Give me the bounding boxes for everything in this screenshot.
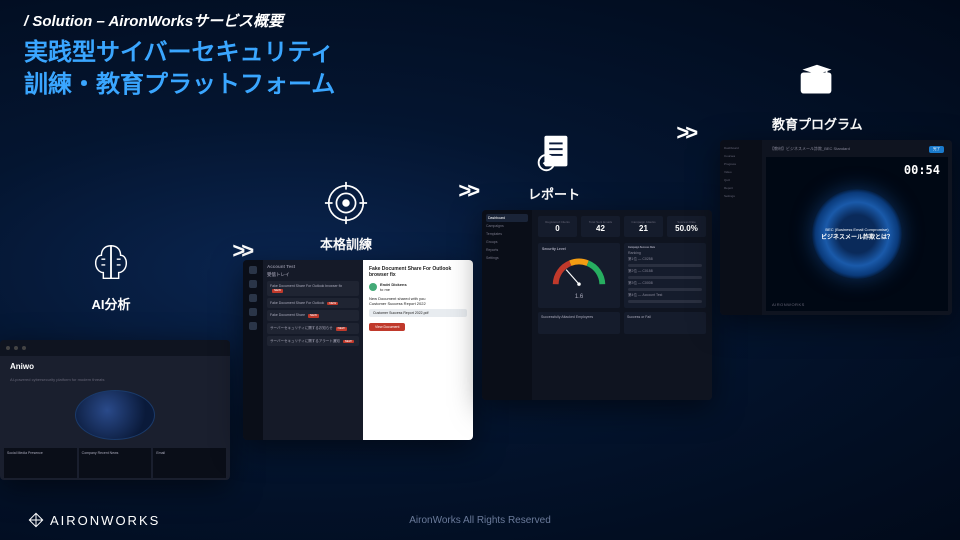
side-item: Campaigns: [486, 222, 528, 230]
side-item: Groups: [486, 238, 528, 246]
kicker: / Solution – AironWorksサービス概要: [24, 10, 335, 31]
view-doc-button: View Document: [369, 323, 405, 331]
step-label: レポート: [528, 184, 580, 203]
account-label: Account Test: [267, 264, 359, 269]
step-label: 本格訓練: [320, 234, 372, 253]
side-item: Dashboard: [486, 214, 528, 222]
email-item: サーバーセキュリティに関するアラート通知 NEW: [267, 336, 359, 347]
panel: Social Media Presence: [4, 448, 77, 478]
email-item: サーバーセキュリティに関するお知らせ NEW: [267, 323, 359, 334]
panel: Email: [153, 448, 226, 478]
step-label: AI分析: [91, 294, 130, 313]
target-icon: [323, 180, 369, 226]
footer: AIRONWORKS AironWorks All Rights Reserve…: [0, 512, 960, 528]
step-education: 教育プログラム: [772, 60, 863, 133]
copyright: AironWorks All Rights Reserved: [409, 515, 551, 526]
report-icon: [531, 130, 577, 176]
step-training: 本格訓練: [320, 180, 372, 253]
step-label: 教育プログラム: [772, 114, 863, 133]
video-timer: 00:54: [904, 163, 940, 177]
gauge-chart: [549, 255, 609, 290]
bottom-box: Success or Fail: [624, 312, 706, 334]
education-icon: [794, 60, 840, 106]
screenshot-training: Account Test 受信トレイ Fake Document Share F…: [243, 260, 473, 440]
screenshot-education: Dashboard Courses Progress Video Quiz Re…: [720, 140, 952, 315]
arrow-icon: >>: [458, 178, 476, 204]
brain-icon: [88, 240, 134, 286]
done-badge: 完了: [929, 146, 944, 153]
campaign-title: Campaign Success Rate: [628, 247, 702, 249]
email-item: Fake Document Share For Outlook NEW: [267, 298, 359, 309]
video-player: 00:54 BEC (Business Email Compromise) ビジ…: [766, 157, 948, 311]
shot1-tagline: AI-powered cybersecurity platform for mo…: [0, 377, 230, 382]
screenshot-ai-analysis: Aniwo AI-powered cybersecurity platform …: [0, 340, 230, 480]
side-item: Reports: [486, 246, 528, 254]
step-report: レポート: [528, 130, 580, 203]
video-title: 【教材】ビジネスメール詐欺_BEC Standard: [770, 146, 850, 153]
panel: Company Recent News: [79, 448, 152, 478]
step-ai-analysis: AI分析: [88, 240, 134, 313]
mail-title: Fake Document Share For Outlook browser …: [369, 266, 467, 278]
arrow-icon: >>: [676, 120, 694, 146]
shot1-title: Aniwo: [0, 356, 230, 377]
globe-graphic: [75, 390, 155, 440]
side-item: Settings: [486, 254, 528, 262]
side-item: Templates: [486, 230, 528, 238]
email-item: Fake Document Share NEW: [267, 310, 359, 321]
inbox-label: 受信トレイ: [267, 272, 359, 278]
bottom-box: Successfully Attacked Employees: [538, 312, 620, 334]
attachment: Customer Success Report 2022.pdf: [369, 309, 467, 317]
flow-diagram: AI分析 >> 本格訓練 >> レポート >>: [0, 60, 960, 500]
gauge-title: Security Level: [542, 247, 616, 251]
brand-logo: AIRONWORKS: [28, 512, 160, 528]
email-item: Fake Document Share For Outlook browser …: [267, 281, 359, 296]
screenshot-report: Dashboard Campaigns Templates Groups Rep…: [482, 210, 712, 400]
